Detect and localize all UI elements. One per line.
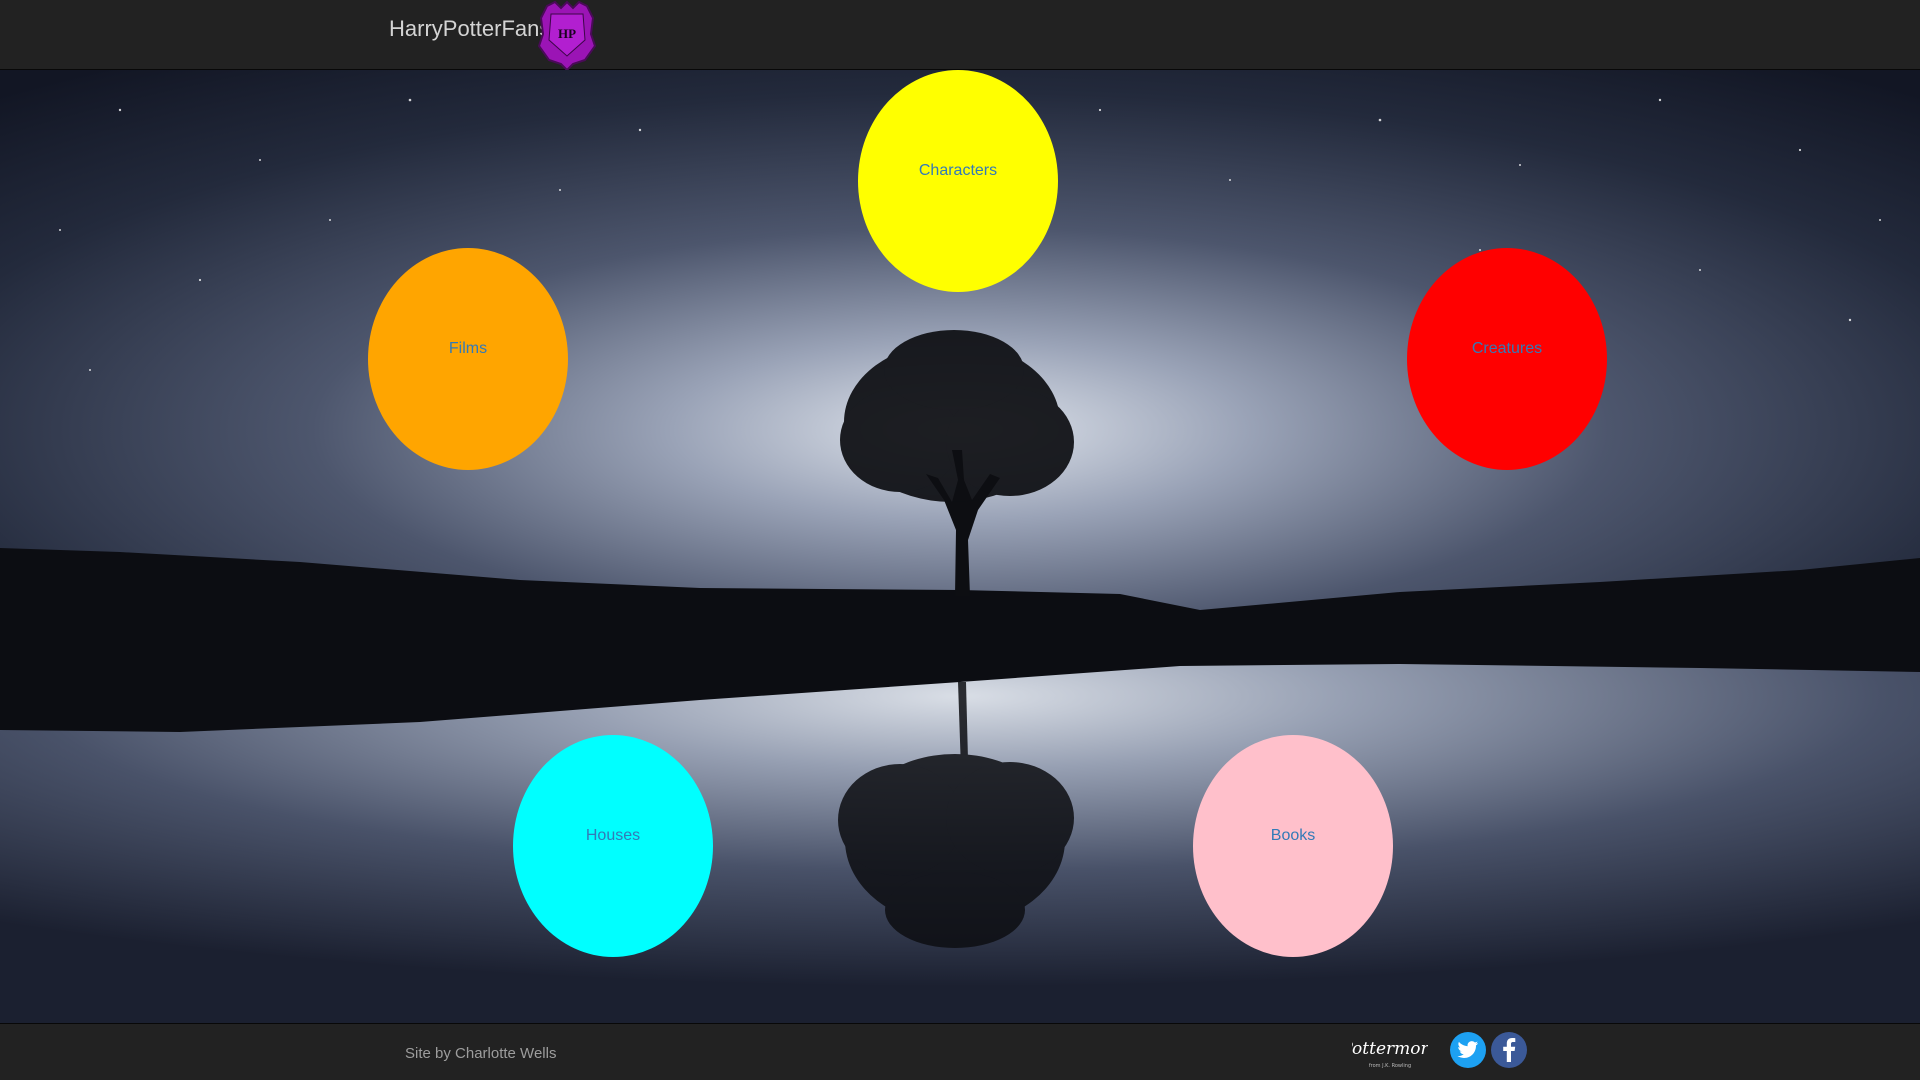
- twitter-bird-icon: [1457, 1041, 1479, 1058]
- twitter-icon[interactable]: [1450, 1032, 1486, 1068]
- footer: Site by Charlotte Wells Pottermore from …: [0, 1023, 1920, 1080]
- books-nav-label: Books: [1270, 827, 1316, 844]
- brand-link[interactable]: HarryPotterFans: [389, 16, 550, 42]
- pottermore-logo[interactable]: Pottermore from J.K. Rowling: [1352, 1032, 1428, 1072]
- films-nav-circle[interactable]: Films: [368, 248, 568, 470]
- hogwarts-crest-icon[interactable]: HP: [535, 0, 599, 70]
- characters-nav-circle[interactable]: Characters: [858, 70, 1058, 292]
- crest-text: HP: [558, 26, 576, 41]
- facebook-f-icon: [1503, 1038, 1516, 1062]
- facebook-icon[interactable]: [1491, 1032, 1527, 1068]
- pottermore-logo-text: Pottermore: [1352, 1039, 1428, 1059]
- top-navbar: HarryPotterFans HP: [0, 0, 1920, 70]
- night-lake-scene: Characters Films Creatures Houses Books: [0, 70, 1920, 1023]
- characters-nav-label: Characters: [918, 162, 998, 179]
- pottermore-logo-subtext: from J.K. Rowling: [1369, 1063, 1411, 1069]
- films-nav-label: Films: [448, 340, 488, 357]
- houses-nav-circle[interactable]: Houses: [513, 735, 713, 957]
- creatures-nav-circle[interactable]: Creatures: [1407, 248, 1607, 470]
- houses-nav-label: Houses: [585, 827, 641, 844]
- site-credit: Site by Charlotte Wells: [405, 1045, 557, 1062]
- creatures-nav-label: Creatures: [1471, 340, 1543, 357]
- books-nav-circle[interactable]: Books: [1193, 735, 1393, 957]
